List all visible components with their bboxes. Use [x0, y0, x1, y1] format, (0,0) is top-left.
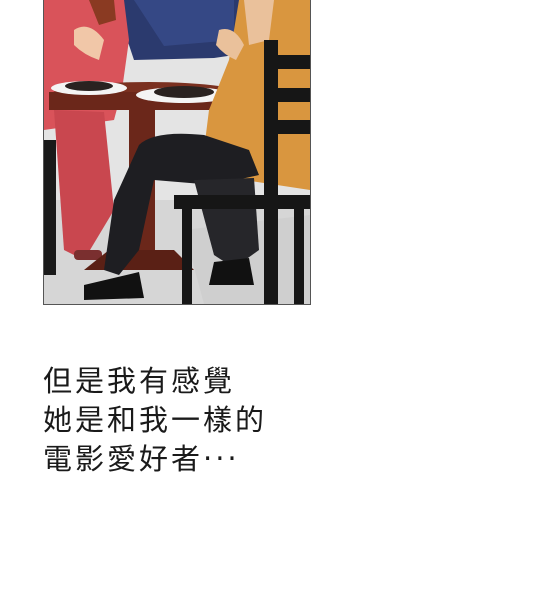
caption-text-block: 但是我有感覺 她是和我一樣的 電影愛好者‧‧‧: [43, 362, 503, 479]
caption-line-2: 她是和我一樣的: [43, 403, 268, 437]
caption-line-1: 但是我有感覺: [43, 364, 236, 398]
dinner-scene-illustration: [44, 0, 310, 304]
caption-line-3: 電影愛好者‧‧‧: [43, 442, 240, 476]
comic-panel: [43, 0, 311, 305]
